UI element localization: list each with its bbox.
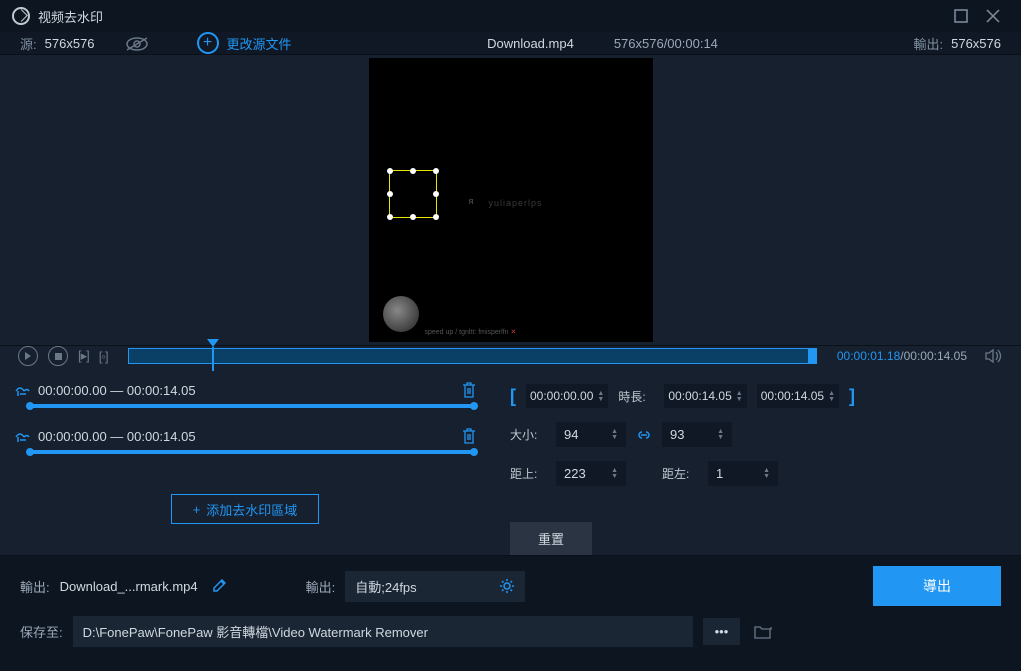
end-time-input[interactable]: 00:00:14.05 ▲▼ [757, 384, 839, 408]
stop-button[interactable] [48, 346, 68, 366]
resize-handle[interactable] [410, 168, 416, 174]
left-input[interactable]: 1 ▲▼ [708, 461, 778, 486]
resize-handle[interactable] [410, 214, 416, 220]
save-path-label: 保存至: [20, 622, 63, 641]
timeline-end-handle[interactable] [808, 349, 816, 363]
spin-down[interactable]: ▼ [611, 435, 618, 440]
delete-segment-button[interactable] [462, 382, 476, 398]
volume-icon[interactable] [985, 349, 1003, 363]
play-button[interactable] [18, 346, 38, 366]
segment-range: 00:00:00.00 — 00:00:14.05 [38, 383, 462, 398]
plus-icon: + [197, 32, 219, 54]
watermark-region-icon [14, 429, 30, 443]
spin-up[interactable]: ▲ [828, 391, 835, 396]
dimensions-duration: 576x576/00:00:14 [614, 36, 718, 51]
app-title: 视频去水印 [38, 7, 103, 26]
change-source-button[interactable]: + 更改源文件 [197, 32, 292, 54]
video-credit: speed up / tgnltt: fmisperlfn ✕ [425, 328, 517, 336]
link-aspect-icon[interactable] [636, 429, 652, 441]
bracket-end-icon[interactable]: ] [849, 386, 855, 407]
height-input[interactable]: 93 ▲▼ [662, 422, 732, 447]
segments-panel: 00:00:00.00 — 00:00:14.05 00:00:00.00 — … [0, 366, 490, 555]
format-select[interactable]: 自動;24fps [345, 571, 525, 602]
app-logo-icon [12, 7, 30, 25]
width-input[interactable]: 94 ▲▼ [556, 422, 626, 447]
duration-label: 時長: [618, 388, 654, 405]
watermark-region-icon [14, 383, 30, 397]
mark-in-button[interactable]: [▸] [78, 348, 89, 364]
open-folder-icon[interactable] [750, 621, 776, 643]
timecode: 00:00:01.18/00:00:14.05 [837, 349, 967, 363]
save-path-input[interactable]: D:\FonePaw\FonePaw 影音轉檔\Video Watermark … [73, 616, 693, 647]
output-file-label: 輸出: [20, 577, 50, 596]
resize-handle[interactable] [433, 191, 439, 197]
video-preview: я yuliaperlps speed up / tgnltt: fmisper… [0, 55, 1021, 345]
output-filename: Download_...rmark.mp4 [60, 579, 198, 594]
segment-item[interactable]: 00:00:00.00 — 00:00:14.05 [0, 376, 490, 408]
output-dimensions: 576x576 [951, 36, 1001, 51]
segment-timeline[interactable] [28, 450, 476, 454]
change-source-label: 更改源文件 [227, 34, 292, 53]
resize-handle[interactable] [387, 214, 393, 220]
work-area: 00:00:00.00 — 00:00:14.05 00:00:00.00 — … [0, 366, 1021, 555]
resize-handle[interactable] [433, 214, 439, 220]
resize-handle[interactable] [387, 168, 393, 174]
source-dimensions: 576x576 [45, 36, 95, 51]
bracket-start-icon[interactable]: [ [510, 386, 516, 407]
add-region-label: 添加去水印區域 [206, 500, 297, 519]
left-label: 距左: [662, 465, 698, 482]
filename: Download.mp4 [487, 36, 574, 51]
bottom-bar: 輸出: Download_...rmark.mp4 輸出: 自動;24fps 導… [0, 555, 1021, 671]
watermark-selection-box[interactable] [389, 170, 437, 218]
current-time: 00:00:01.18 [837, 349, 900, 363]
top-input[interactable]: 223 ▲▼ [556, 461, 626, 486]
spin-up[interactable]: ▲ [597, 391, 604, 396]
info-bar: 源: 576x576 + 更改源文件 Download.mp4 576x576/… [0, 32, 1021, 55]
duration-input[interactable]: 00:00:14.05 ▲▼ [664, 384, 746, 408]
edit-filename-icon[interactable] [212, 579, 226, 593]
timeline-scrubber[interactable] [128, 348, 817, 364]
top-label: 距上: [510, 465, 546, 482]
spin-down[interactable]: ▼ [763, 474, 770, 479]
output-label: 輸出: [913, 34, 943, 53]
spin-up[interactable]: ▲ [736, 391, 743, 396]
video-frame[interactable]: я yuliaperlps speed up / tgnltt: fmisper… [369, 58, 653, 342]
plus-icon: + [193, 502, 201, 517]
resize-handle[interactable] [433, 168, 439, 174]
spin-down[interactable]: ▼ [611, 474, 618, 479]
source-label: 源: [20, 34, 37, 53]
start-time-input[interactable]: 00:00:00.00 ▲▼ [526, 384, 608, 408]
video-avatar [383, 296, 419, 332]
total-time: 00:00:14.05 [904, 349, 967, 363]
delete-segment-button[interactable] [462, 428, 476, 444]
spin-down[interactable]: ▼ [597, 397, 604, 402]
size-label: 大小: [510, 426, 546, 443]
spin-down[interactable]: ▼ [736, 397, 743, 402]
output-format-label: 輸出: [306, 577, 336, 596]
preview-toggle-icon[interactable] [125, 36, 147, 50]
playhead[interactable] [207, 339, 219, 347]
gear-icon[interactable] [499, 578, 515, 594]
mark-out-button[interactable]: [◦] [99, 349, 108, 364]
titlebar: 视频去水印 [0, 0, 1021, 32]
browse-button[interactable]: ••• [703, 618, 741, 645]
add-region-button[interactable]: + 添加去水印區域 [171, 494, 319, 524]
playback-controls: [▸] [◦] 00:00:01.18/00:00:14.05 [0, 345, 1021, 366]
resize-handle[interactable] [387, 191, 393, 197]
video-text: я [469, 196, 474, 206]
segment-item[interactable]: 00:00:00.00 — 00:00:14.05 [0, 422, 490, 454]
spin-down[interactable]: ▼ [828, 397, 835, 402]
maximize-button[interactable] [945, 0, 977, 32]
close-button[interactable] [977, 0, 1009, 32]
properties-panel: [ 00:00:00.00 ▲▼ 時長: 00:00:14.05 ▲▼ 00:0… [490, 366, 1021, 555]
spin-down[interactable]: ▼ [717, 435, 724, 440]
segment-timeline[interactable] [28, 404, 476, 408]
segment-range: 00:00:00.00 — 00:00:14.05 [38, 429, 462, 444]
reset-button[interactable]: 重置 [510, 522, 592, 555]
export-button[interactable]: 導出 [873, 566, 1001, 606]
video-watermark-text: yuliaperlps [489, 198, 543, 208]
